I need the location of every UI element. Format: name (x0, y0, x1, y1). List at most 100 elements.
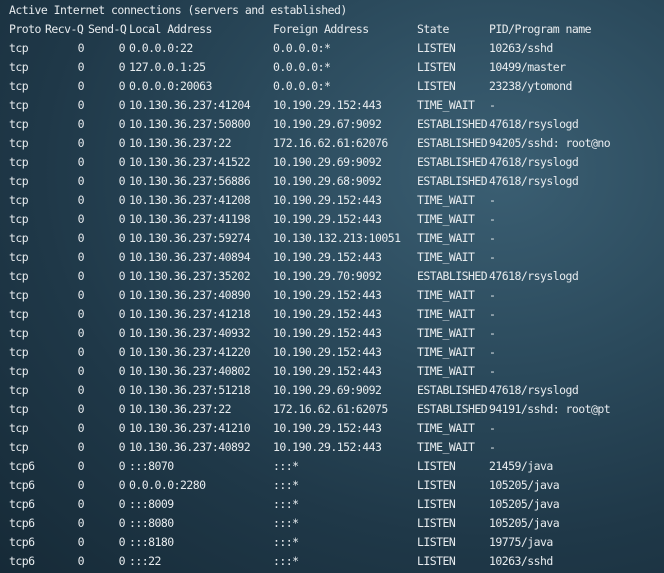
header-proto: Proto (9, 22, 41, 36)
conn-foreign-address: 10.190.29.152:443 (273, 345, 382, 359)
conn-proto: tcp6 (9, 478, 35, 492)
conn-foreign-address: :::* (273, 497, 299, 511)
table-row: tcp 0 0 10.130.36.237:40932 10.190.29.152:44… (0, 324, 664, 343)
conn-local-address: 10.130.36.237:40802 (129, 364, 251, 378)
conn-local-address: 10.130.36.237:40892 (129, 440, 251, 454)
conn-pid-program: 10263/sshd (489, 554, 553, 568)
table-row: tcp 0 0 10.130.36.237:59274 10.130.132.213:1… (0, 229, 664, 248)
conn-recv-q: 0 (77, 516, 85, 530)
conn-recv-q: 0 (77, 459, 85, 473)
conn-proto: tcp (9, 98, 29, 112)
conn-foreign-address: 10.190.29.152:443 (273, 288, 382, 302)
conn-state: TIME_WAIT (417, 288, 475, 302)
conn-local-address: 0.0.0.0:2280 (129, 478, 206, 492)
conn-state: LISTEN (417, 554, 456, 568)
conn-pid-program: - (489, 326, 496, 340)
conn-proto: tcp (9, 307, 29, 321)
conn-recv-q: 0 (77, 136, 85, 150)
conn-state: TIME_WAIT (417, 345, 475, 359)
conn-send-q: 0 (118, 497, 126, 511)
table-row: tcp6 0 0:::8080:::* LISTEN 105205/java (0, 514, 664, 533)
conn-proto: tcp (9, 193, 29, 207)
table-row: tcp 0 0 127.0.0.1:25 0.0.0.0:* LISTEN 10499/ma… (0, 58, 664, 77)
conn-state: LISTEN (417, 41, 456, 55)
conn-state: ESTABLISHED (417, 136, 488, 150)
conn-local-address: :::8080 (129, 516, 174, 530)
conn-proto: tcp (9, 250, 29, 264)
conn-recv-q: 0 (77, 421, 85, 435)
conn-recv-q: 0 (77, 345, 85, 359)
conn-foreign-address: 10.190.29.152:443 (273, 212, 382, 226)
conn-local-address: 10.130.36.237:41198 (129, 212, 251, 226)
conn-foreign-address: 10.190.29.152:443 (273, 364, 382, 378)
conn-local-address: 10.130.36.237:50800 (129, 117, 251, 131)
conn-local-address: 10.130.36.237:41522 (129, 155, 251, 169)
conn-pid-program: 94191/sshd: root@pt (489, 402, 611, 416)
conn-recv-q: 0 (77, 554, 85, 568)
conn-foreign-address: 10.190.29.152:443 (273, 250, 382, 264)
conn-proto: tcp (9, 41, 29, 55)
table-row: tcp 0 0 10.130.36.237:56886 10.190.29.68:909… (0, 172, 664, 191)
conn-pid-program: - (489, 364, 496, 378)
conn-send-q: 0 (118, 60, 126, 74)
table-row: tcp 0 0 10.130.36.237:41522 10.190.29.69:909… (0, 153, 664, 172)
conn-proto: tcp6 (9, 535, 35, 549)
conn-send-q: 0 (118, 231, 126, 245)
conn-foreign-address: 10.190.29.67:9092 (273, 117, 382, 131)
conn-recv-q: 0 (77, 478, 85, 492)
conn-proto: tcp (9, 155, 29, 169)
conn-send-q: 0 (118, 288, 126, 302)
conn-foreign-address: 10.190.29.152:443 (273, 98, 382, 112)
conn-state: LISTEN (417, 497, 456, 511)
conn-pid-program: 10263/sshd (489, 41, 553, 55)
table-row: tcp6 0 0:::22:::* LISTEN 10263/sshd (0, 552, 664, 571)
conn-send-q: 0 (118, 269, 126, 283)
conn-send-q: 0 (118, 117, 126, 131)
conn-state: ESTABLISHED (417, 269, 488, 283)
conn-pid-program: - (489, 440, 496, 454)
conn-send-q: 0 (118, 326, 126, 340)
conn-pid-program: - (489, 98, 496, 112)
conn-foreign-address: 10.190.29.69:9092 (273, 155, 382, 169)
table-row: tcp 0 0 10.130.36.237:41208 10.190.29.152:44… (0, 191, 664, 210)
conn-pid-program: - (489, 345, 496, 359)
conn-pid-program: - (489, 250, 496, 264)
header-foreign-address: Foreign Address (273, 22, 369, 36)
conn-local-address: 10.130.36.237:41220 (129, 345, 251, 359)
table-row: tcp 0 0 10.130.36.237:40894 10.190.29.152:44… (0, 248, 664, 267)
conn-recv-q: 0 (77, 41, 85, 55)
table-row: tcp6 0 0:::8180:::* LISTEN 19775/java (0, 533, 664, 552)
conn-proto: tcp (9, 60, 29, 74)
table-row: tcp 0 0 0.0.0.0:20063 0.0.0.0:* LISTEN 23238/y… (0, 77, 664, 96)
conn-foreign-address: 10.190.29.152:443 (273, 326, 382, 340)
conn-state: TIME_WAIT (417, 212, 475, 226)
output-title: Active Internet connections (servers and… (9, 3, 347, 17)
conn-pid-program: 10499/master (489, 60, 566, 74)
conn-send-q: 0 (118, 98, 126, 112)
conn-foreign-address: 10.190.29.69:9092 (273, 383, 382, 397)
conn-local-address: :::22 (129, 554, 161, 568)
terminal-window[interactable]: Active Internet connections (servers and… (0, 0, 664, 573)
conn-recv-q: 0 (77, 250, 85, 264)
conn-send-q: 0 (118, 459, 126, 473)
table-row: tcp 0 0 10.130.36.237:40890 10.190.29.152:44… (0, 286, 664, 305)
conn-recv-q: 0 (77, 79, 85, 93)
conn-foreign-address: :::* (273, 478, 299, 492)
conn-state: TIME_WAIT (417, 326, 475, 340)
conn-pid-program: - (489, 307, 496, 321)
conn-foreign-address: 172.16.62.61:62076 (273, 136, 388, 150)
conn-state: TIME_WAIT (417, 421, 475, 435)
conn-send-q: 0 (118, 440, 126, 454)
conn-pid-program: - (489, 288, 496, 302)
table-row: tcp 0 0 10.130.36.237:41198 10.190.29.152:44… (0, 210, 664, 229)
conn-proto: tcp (9, 326, 29, 340)
conn-foreign-address: 10.190.29.68:9092 (273, 174, 382, 188)
conn-foreign-address: 172.16.62.61:62075 (273, 402, 388, 416)
conn-proto: tcp (9, 440, 29, 454)
conn-send-q: 0 (118, 307, 126, 321)
conn-pid-program: 105205/java (489, 516, 560, 530)
conn-proto: tcp6 (9, 516, 35, 530)
conn-recv-q: 0 (77, 98, 85, 112)
conn-local-address: 10.130.36.237:56886 (129, 174, 251, 188)
conn-foreign-address: :::* (273, 554, 299, 568)
